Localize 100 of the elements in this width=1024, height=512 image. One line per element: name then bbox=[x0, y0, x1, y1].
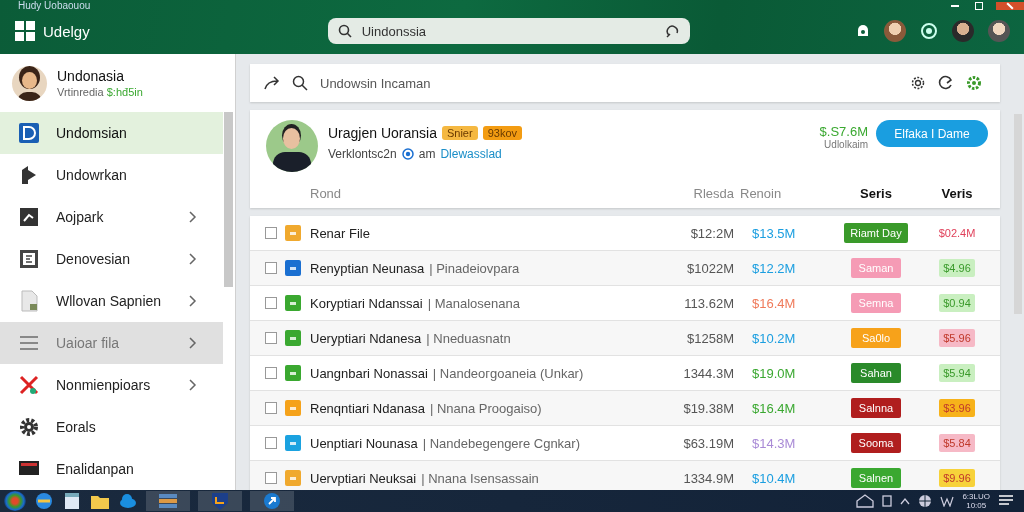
table-cell-text: $1022M bbox=[686, 260, 735, 276]
table-cell-text: $16.4M bbox=[751, 400, 797, 416]
column-header[interactable]: Rlesda bbox=[656, 185, 740, 201]
status-tag: Riamt Day bbox=[844, 223, 908, 243]
shield-icon[interactable] bbox=[198, 491, 242, 511]
board-icon bbox=[18, 248, 40, 270]
sidebar-item[interactable]: Denovesian bbox=[0, 238, 223, 280]
chart-icon bbox=[18, 206, 40, 228]
table-cell-text: $1258M bbox=[686, 330, 735, 346]
profile-avatar bbox=[12, 65, 47, 101]
home-icon[interactable] bbox=[856, 494, 875, 508]
clock-date[interactable]: 10:05 bbox=[966, 501, 987, 510]
bell-icon[interactable] bbox=[856, 23, 870, 39]
value-tag: $5.96 bbox=[939, 329, 975, 347]
chat-icon[interactable] bbox=[938, 75, 954, 91]
table-cell-text: $19.38M bbox=[682, 400, 735, 416]
search-text[interactable]: Undowsin Incaman bbox=[320, 75, 431, 91]
file-icon bbox=[18, 290, 40, 312]
grid-icon[interactable] bbox=[15, 21, 35, 41]
scrollbar[interactable] bbox=[224, 112, 233, 287]
table-cell-text: $12.2M bbox=[751, 260, 797, 276]
status-tag: Sahan bbox=[851, 363, 901, 383]
checkbox[interactable] bbox=[265, 227, 277, 239]
meta-text: Verklontsc2n bbox=[328, 147, 397, 161]
battery-icon[interactable] bbox=[882, 495, 893, 507]
column-header[interactable]: Renoin bbox=[740, 185, 828, 201]
column-header[interactable]: Seris bbox=[828, 185, 924, 201]
share-icon[interactable] bbox=[264, 76, 280, 90]
sidebar-item[interactable]: Enalidanpan bbox=[0, 448, 223, 490]
column-header[interactable]: Rond bbox=[310, 185, 656, 201]
table-cell-text: Renar File bbox=[310, 225, 371, 241]
table-cell-text: $19.0M bbox=[751, 365, 797, 381]
amount-caption: Udlolkaim bbox=[824, 139, 868, 150]
status-tag: Sa0lo bbox=[851, 328, 901, 348]
maximize-icon[interactable] bbox=[972, 2, 986, 10]
chevron-icon bbox=[189, 211, 197, 223]
checkbox[interactable] bbox=[265, 472, 277, 484]
caret-icon[interactable] bbox=[900, 497, 911, 505]
doc-icon bbox=[18, 122, 40, 144]
checkbox[interactable] bbox=[265, 402, 277, 414]
close-button[interactable] bbox=[996, 2, 1024, 10]
checkbox[interactable] bbox=[265, 367, 277, 379]
browser-icon[interactable] bbox=[34, 491, 54, 511]
app-name: Udelgy bbox=[43, 22, 90, 40]
notification-icon[interactable] bbox=[998, 494, 1014, 508]
search-field[interactable]: Uindonssia bbox=[327, 18, 690, 44]
avatar[interactable] bbox=[884, 20, 906, 42]
checkbox[interactable] bbox=[265, 297, 277, 309]
profile-link[interactable]: Dlewasslad bbox=[440, 147, 502, 161]
sidebar-item[interactable]: Aojpark bbox=[0, 196, 223, 238]
search-input[interactable]: Uindonssia bbox=[361, 23, 656, 39]
books-icon[interactable] bbox=[146, 491, 190, 511]
value-tag: $4.96 bbox=[939, 259, 975, 277]
gear-icon bbox=[18, 416, 40, 438]
checkbox[interactable] bbox=[265, 332, 277, 344]
profile-subtitle: Vrtinredia $:hđ5in bbox=[57, 86, 143, 98]
document-icon[interactable] bbox=[62, 491, 82, 511]
network-icon[interactable] bbox=[940, 495, 955, 507]
value-tag: $0.94 bbox=[939, 294, 975, 312]
chevron-icon bbox=[189, 337, 197, 349]
start-button[interactable] bbox=[4, 491, 26, 511]
meta-text: am bbox=[418, 147, 436, 161]
sidebar-item[interactable]: Eorals bbox=[0, 406, 223, 448]
sidebar-item[interactable]: Undowrkan bbox=[0, 154, 223, 196]
amount-value: $.S7.6M bbox=[819, 124, 868, 139]
status-tag: Salnna bbox=[851, 398, 901, 418]
table-cell-text: Uervptiari Neuksai | Nnana Isensassain bbox=[310, 470, 540, 486]
sidebar-item[interactable]: Wllovan Sapnien bbox=[0, 280, 223, 322]
table-cell-text: Ueryptiari Ndanesa | Nneduasnatn bbox=[310, 330, 512, 346]
sidebar-item[interactable]: Nonmienpioars bbox=[0, 364, 223, 406]
tools-icon bbox=[18, 374, 40, 396]
checkbox[interactable] bbox=[265, 262, 277, 274]
clock-time[interactable]: 6:3LUO bbox=[962, 492, 990, 501]
status-tag: Saman bbox=[851, 258, 901, 278]
badge: 93kov bbox=[482, 126, 522, 140]
value-tag: $9.96 bbox=[939, 469, 975, 487]
settings-icon[interactable] bbox=[910, 75, 926, 91]
value-tag: $3.96 bbox=[939, 399, 975, 417]
status-tag: Salnen bbox=[851, 468, 901, 488]
search-icon[interactable] bbox=[292, 75, 308, 91]
value-tag: $5.84 bbox=[939, 434, 975, 452]
chevron-icon bbox=[189, 253, 197, 265]
table-cell-text: 1344.3M bbox=[682, 365, 735, 381]
sidebar-item[interactable]: Undomsian bbox=[0, 112, 223, 154]
table-cell-text: 1334.9M bbox=[682, 470, 735, 486]
table-cell-text: $10.4M bbox=[751, 470, 797, 486]
avatar[interactable] bbox=[952, 20, 974, 42]
checkbox[interactable] bbox=[265, 437, 277, 449]
table-cell-text: $63.19M bbox=[682, 435, 735, 451]
avatar[interactable] bbox=[988, 20, 1010, 42]
status-tag: Semna bbox=[851, 293, 901, 313]
cloud-icon[interactable] bbox=[118, 491, 138, 511]
table-cell-text: 113.62M bbox=[683, 295, 735, 311]
table-cell-text: Koryptiari Ndanssai | Manalosenana bbox=[310, 295, 521, 311]
column-header[interactable]: Veris bbox=[924, 185, 990, 201]
minimize-icon[interactable] bbox=[948, 2, 962, 10]
table-cell-text: Uenptiari Nounasa | Nandebegengere Cgnkar) bbox=[310, 435, 581, 451]
person-name: Uragjen Uoransia bbox=[328, 125, 437, 141]
refresh-icon[interactable] bbox=[665, 24, 680, 38]
target-icon bbox=[401, 148, 414, 160]
